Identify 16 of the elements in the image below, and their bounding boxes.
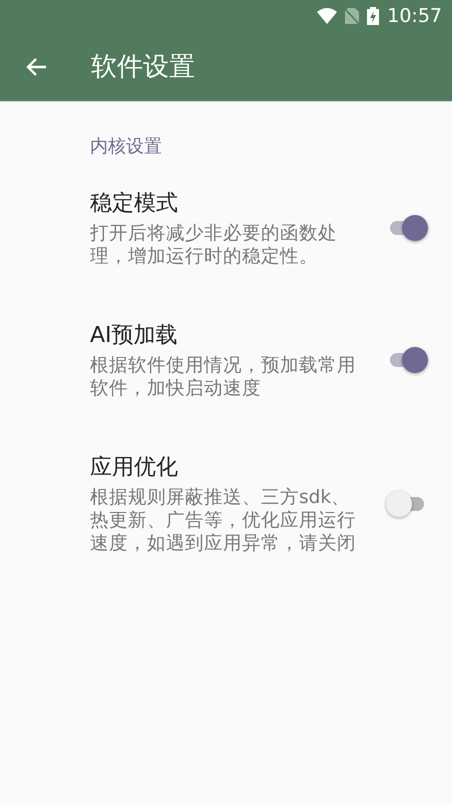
toggle-switch[interactable] bbox=[388, 347, 426, 373]
setting-title: 稳定模式 bbox=[90, 190, 179, 218]
toggle-switch[interactable] bbox=[388, 215, 426, 241]
setting-title: 应用优化 bbox=[90, 454, 179, 482]
toggle-switch[interactable] bbox=[388, 490, 426, 516]
back-arrow-icon[interactable] bbox=[25, 56, 47, 76]
page-title: 软件设置 bbox=[91, 51, 195, 84]
setting-title: AI预加载 bbox=[90, 322, 179, 350]
clock-time: 10:57 bbox=[387, 5, 442, 27]
wifi-icon bbox=[317, 8, 338, 24]
setting-description: 打开后将减少非必要的函数处理，增加运行时的稳定性。 bbox=[90, 222, 338, 268]
no-sim-icon bbox=[345, 8, 360, 24]
setting-description: 根据软件使用情况，预加载常用软件，加快启动速度 bbox=[90, 354, 356, 400]
battery-charging-icon bbox=[367, 7, 380, 25]
section-header: 内核设置 bbox=[90, 135, 163, 158]
setting-description: 根据规则屏蔽推送、三方sdk、热更新、广告等，优化应用运行速度，如遇到应用异常，请关闭 bbox=[90, 486, 356, 555]
